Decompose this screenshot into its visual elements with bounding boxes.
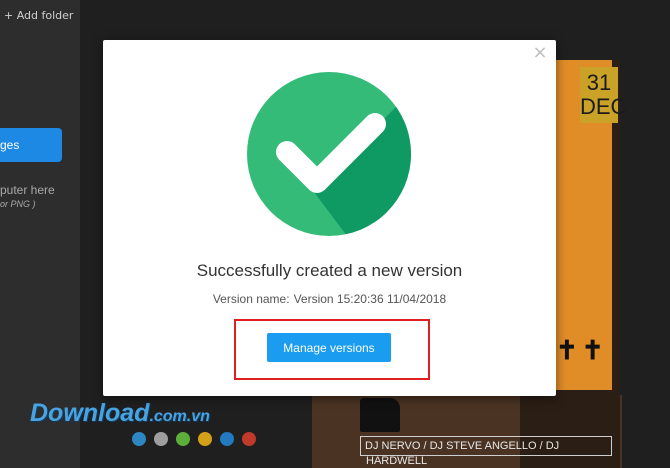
color-swatch-5[interactable] [220,432,234,446]
color-swatch-6[interactable] [242,432,256,446]
add-folder-button[interactable]: + Add folder [4,9,73,22]
success-check-icon [247,72,411,236]
color-swatch-3[interactable] [176,432,190,446]
version-name-label: Version name: [212,292,290,306]
version-name-line: Version name: Version 15:20:36 11/04/2018 [103,292,556,306]
color-swatch-1[interactable] [132,432,146,446]
version-name-value: Version 15:20:36 11/04/2018 [293,292,447,306]
poster-date-month: DEC [580,94,627,119]
dialog-title: Successfully created a new version [196,261,463,280]
color-swatch-4[interactable] [198,432,212,446]
graveyard-crosses-icon: ✝✝ [556,335,608,365]
sidebar: + Add folder ges puter here or PNG ) [0,0,80,468]
color-swatches [132,432,256,446]
close-icon[interactable]: × [532,44,548,62]
watermark-brand: Download [30,399,150,427]
manage-versions-button[interactable]: Manage versions [267,333,391,362]
dog-silhouette-icon [360,398,400,432]
poster-lineup-text[interactable]: DJ NERVO / DJ STEVE ANGELLO / DJ [360,436,612,456]
drop-zone-text: puter here [0,183,55,197]
poster-date-badge: 31 DEC [580,67,627,123]
drop-zone-subtext: or PNG ) [0,199,36,209]
color-swatch-2[interactable] [154,432,168,446]
upload-images-button[interactable]: ges [0,128,62,162]
poster-lineup-text-2: HARDWELL [366,455,428,467]
watermark-logo: Download.com.vn [30,399,210,428]
poster-date-day: 31 [586,70,612,95]
watermark-domain: .com.vn [149,408,210,425]
